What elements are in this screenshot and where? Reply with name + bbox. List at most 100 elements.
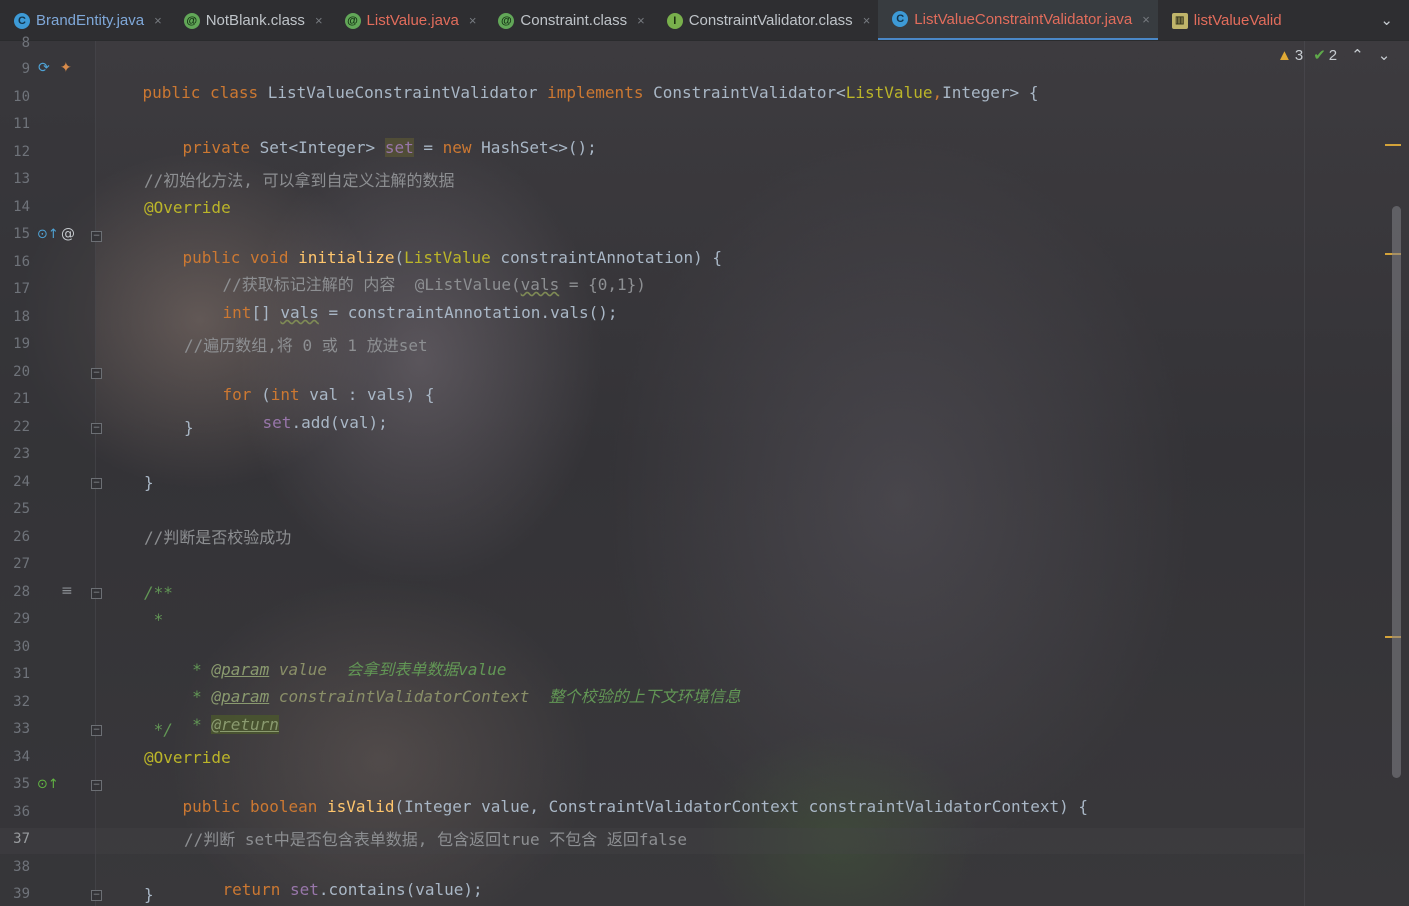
method-name: isValid xyxy=(327,797,395,816)
line-number: 27 xyxy=(13,556,30,572)
code-line-39: } xyxy=(144,885,154,904)
line-number: 14 xyxy=(13,199,30,215)
tab-label: listValueValid xyxy=(1193,12,1282,29)
fold-toggle-icon[interactable]: − xyxy=(91,780,102,791)
line-number: 35 xyxy=(13,776,30,792)
line-number: 33 xyxy=(13,721,30,737)
line-number: 8 xyxy=(21,35,30,51)
code-line-20: for (int val : vals) { xyxy=(184,362,435,404)
line-number: 12 xyxy=(13,144,30,160)
code-line-15: public void initialize(ListValue constra… xyxy=(144,225,722,267)
type-name: ConstraintValidator xyxy=(653,83,837,102)
implemented-class-icon[interactable]: ⟳ xyxy=(38,60,50,76)
fold-toggle-icon[interactable]: − xyxy=(91,478,102,489)
close-icon[interactable]: × xyxy=(154,13,162,28)
tab-label: ConstraintValidator.class xyxy=(688,12,853,29)
fold-toggle-icon[interactable]: − xyxy=(91,368,102,379)
tab-label: ListValueConstraintValidator.java xyxy=(914,10,1133,28)
line-number: 19 xyxy=(13,336,30,352)
fold-toggle-icon[interactable]: − xyxy=(91,588,102,599)
code-line-38: return set.contains(value); xyxy=(184,857,483,899)
editor-tab-bar: C BrandEntity.java × @ NotBlank.class × … xyxy=(0,0,1409,41)
tab-label: NotBlank.class xyxy=(205,12,305,29)
line-number: 22 xyxy=(13,419,30,435)
tab-listvalue-constraint-validator[interactable]: C ListValueConstraintValidator.java × xyxy=(878,0,1158,40)
next-highlight-icon[interactable]: ⌄ xyxy=(1378,46,1391,64)
close-icon[interactable]: × xyxy=(1142,12,1150,27)
field-set: set xyxy=(384,138,414,157)
class-icon: C xyxy=(892,11,909,27)
params: (Integer value, xyxy=(394,797,549,816)
annotation-icon: @ xyxy=(498,12,515,29)
render-doc-icon[interactable]: ≡ xyxy=(61,583,73,599)
close-icon[interactable]: × xyxy=(637,13,645,28)
line-number: 21 xyxy=(13,391,30,407)
line-number: 30 xyxy=(13,639,30,655)
editor-gutter: 8 9 10 11 12 13 14 15 16 17 18 19 20 21 … xyxy=(0,35,102,906)
code-editor[interactable]: public class ListValueConstraintValidato… xyxy=(0,41,1304,906)
fold-toggle-icon[interactable]: − xyxy=(91,231,102,242)
warning-count: 3 xyxy=(1294,46,1304,64)
close-icon[interactable]: × xyxy=(315,13,323,28)
code-line-35: public boolean isValid(Integer value, Co… xyxy=(144,774,1089,816)
line-number: 20 xyxy=(13,364,30,380)
line-number: 26 xyxy=(13,529,30,545)
close-icon[interactable]: × xyxy=(469,13,477,28)
annotation-type: ListValue xyxy=(845,83,933,102)
punct: , xyxy=(932,83,943,102)
previous-highlight-icon[interactable]: ⌃ xyxy=(1351,46,1364,64)
class-icon: C xyxy=(14,12,30,29)
code-line-14: @Override xyxy=(144,198,231,217)
line-number: 17 xyxy=(13,281,30,297)
line-number: 29 xyxy=(13,611,30,627)
warning-marker[interactable] xyxy=(1385,144,1401,146)
tab-label: BrandEntity.java xyxy=(36,12,145,29)
line-number: 13 xyxy=(13,171,30,187)
code-line-31: * @param constraintValidatorContext 整个校验… xyxy=(144,664,740,706)
doc-tag: @return xyxy=(211,715,279,734)
class-name: ListValueConstraintValidator xyxy=(267,83,548,102)
tab-listvalue[interactable]: @ ListValue.java × xyxy=(331,0,485,40)
implements-method-icon[interactable]: ⊙↑ xyxy=(37,777,59,792)
tab-notblank[interactable]: @ NotBlank.class × xyxy=(170,0,331,40)
line-number: 23 xyxy=(13,446,30,462)
type-name: Set<Integer> xyxy=(259,138,385,157)
expression: HashSet<>(); xyxy=(481,138,597,157)
fold-toggle-icon[interactable]: − xyxy=(91,423,102,434)
spring-bean-icon[interactable]: ✦ xyxy=(60,60,72,76)
tab-list-value-valid[interactable]: ▥ listValueValid xyxy=(1158,0,1290,40)
annotation-at-icon[interactable]: @ xyxy=(61,226,75,242)
tab-constraint-validator[interactable]: I ConstraintValidator.class × xyxy=(653,0,879,40)
fold-toggle-icon[interactable]: − xyxy=(91,725,102,736)
code-line-33: */ xyxy=(144,720,173,739)
close-icon[interactable]: × xyxy=(863,13,871,28)
warning-icon: ▲ xyxy=(1277,46,1292,64)
expression: .contains(value); xyxy=(318,880,483,899)
line-number: 15 xyxy=(13,226,30,242)
code-line-9: public class ListValueConstraintValidato… xyxy=(104,60,1039,102)
line-number: 10 xyxy=(13,89,30,105)
line-number: 32 xyxy=(13,694,30,710)
code-line-19: //遍历数组,将 0 或 1 放进set xyxy=(184,336,428,355)
override-method-icon[interactable]: ⊙↑ xyxy=(37,227,59,242)
code-line-13: //初始化方法, 可以拿到自定义注解的数据 xyxy=(144,171,455,190)
code-line-32: * @return xyxy=(144,692,279,734)
code-line-26: //判断是否校验成功 xyxy=(144,528,292,547)
line-number: 36 xyxy=(13,804,30,820)
field-set: set xyxy=(262,413,292,432)
doc-value: constraintValidatorContext xyxy=(269,687,549,706)
fold-toggle-icon[interactable]: − xyxy=(91,890,102,901)
tab-label: ListValue.java xyxy=(366,12,459,29)
code-line-29: * xyxy=(144,610,164,629)
punct: [] xyxy=(251,303,281,322)
tab-overflow-chevron-icon[interactable]: ⌄ xyxy=(1380,11,1393,29)
inspection-widget[interactable]: ▲ 3 ✔ 2 ⌃ ⌄ xyxy=(1277,46,1391,65)
code-line-34: @Override xyxy=(144,748,231,767)
code-line-11: private Set<Integer> set = new HashSet<>… xyxy=(144,115,597,157)
code-line-22: } xyxy=(184,418,194,437)
code-line-28: /** xyxy=(144,583,173,602)
keyword: return xyxy=(222,880,290,899)
tab-constraint[interactable]: @ Constraint.class × xyxy=(484,0,652,40)
weak-warning-count: 2 xyxy=(1328,46,1338,64)
vertical-scrollbar[interactable] xyxy=(1392,206,1401,778)
